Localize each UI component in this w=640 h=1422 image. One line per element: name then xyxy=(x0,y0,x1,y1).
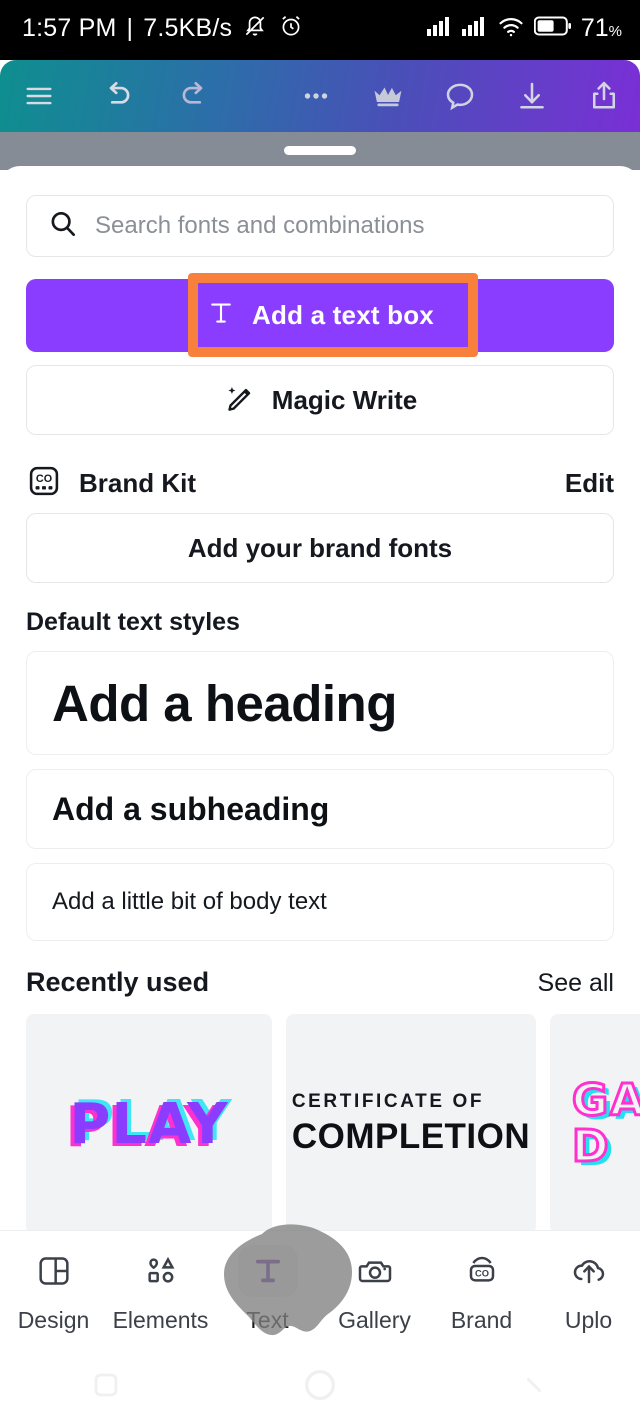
nav-label-uploads: Uplo xyxy=(564,1307,613,1333)
battery-icon xyxy=(533,16,572,41)
neon-preview: GA D xyxy=(550,1074,640,1172)
recently-used-title: Recently used xyxy=(26,967,210,997)
nav-label-brand: Brand xyxy=(450,1307,513,1333)
brand-kit-title: Brand Kit xyxy=(79,467,196,498)
nav-item-gallery[interactable]: Gallery xyxy=(321,1245,428,1334)
editor-toolbar xyxy=(0,60,640,132)
nav-label-design: Design xyxy=(17,1307,90,1333)
add-heading-label: Add a heading xyxy=(52,674,397,732)
search-input[interactable]: Search fonts and combinations xyxy=(26,195,614,257)
play-text-preview: PLAY xyxy=(69,1091,229,1157)
brand-kit-edit-link[interactable]: Edit xyxy=(565,468,614,499)
bottom-navigation: Design Elements Text Gallery CO Brand Up… xyxy=(0,1230,640,1352)
alarm-clock-icon xyxy=(278,13,304,44)
search-placeholder: Search fonts and combinations xyxy=(95,212,425,239)
status-bar-right: 71% xyxy=(426,13,622,43)
recently-used-header: Recently used See all xyxy=(26,967,614,998)
add-subheading-label: Add a subheading xyxy=(52,790,330,827)
add-text-box-button[interactable]: Add a text box xyxy=(26,279,614,352)
brand-kit-icon: CO xyxy=(26,463,62,504)
text-t-icon xyxy=(237,1245,298,1297)
nav-label-text: Text xyxy=(246,1307,289,1333)
recent-card-neon[interactable]: GA D xyxy=(550,1014,640,1234)
toolbar-left-group xyxy=(0,60,234,132)
crown-icon[interactable] xyxy=(352,60,424,132)
redo-icon[interactable] xyxy=(156,60,234,132)
battery-percent: 71% xyxy=(580,13,622,42)
share-upload-icon[interactable] xyxy=(568,60,640,132)
nav-item-design[interactable]: Design xyxy=(0,1245,107,1334)
magic-write-label: Magic Write xyxy=(271,384,418,415)
certificate-line2: COMPLETION xyxy=(291,1117,531,1156)
undo-icon[interactable] xyxy=(78,60,156,132)
add-brand-fonts-label: Add your brand fonts xyxy=(187,532,453,563)
nav-label-gallery: Gallery xyxy=(338,1307,411,1333)
default-text-styles-title: Default text styles xyxy=(26,608,240,636)
android-navigation-bar xyxy=(0,1352,640,1422)
chevron-back-icon[interactable] xyxy=(517,1368,551,1407)
add-text-box-label: Add a text box xyxy=(252,300,434,330)
see-all-link[interactable]: See all xyxy=(538,969,614,998)
magic-write-button[interactable]: Magic Write xyxy=(26,365,614,435)
search-icon xyxy=(47,208,79,245)
neon-line1: GA xyxy=(571,1074,640,1126)
recently-used-row: PLAY CERTIFICATE OF COMPLETION GA D xyxy=(26,1014,640,1234)
nav-item-brand[interactable]: CO Brand xyxy=(428,1245,535,1334)
sheet-strip xyxy=(0,132,640,170)
magic-pen-icon xyxy=(223,381,257,420)
status-bar: 1:57 PM | 7.5KB/s 71% xyxy=(0,0,640,60)
nav-item-elements[interactable]: Elements xyxy=(107,1245,214,1334)
recent-card-certificate[interactable]: CERTIFICATE OF COMPLETION xyxy=(286,1014,536,1234)
shapes-icon xyxy=(131,1245,191,1297)
layout-panels-icon xyxy=(24,1245,84,1297)
circle-home-icon[interactable] xyxy=(300,1365,340,1410)
neon-line2: D xyxy=(571,1121,611,1172)
brand-kit-row: CO Brand Kit Edit xyxy=(26,457,614,509)
add-brand-fonts-button[interactable]: Add your brand fonts xyxy=(26,513,614,583)
brand-co-icon: CO xyxy=(452,1245,512,1297)
add-body-text-label: Add a little bit of body text xyxy=(52,888,327,915)
recent-card-play[interactable]: PLAY xyxy=(26,1014,272,1234)
certificate-line1: CERTIFICATE OF xyxy=(291,1091,485,1112)
bell-muted-icon xyxy=(242,13,268,44)
toolbar-right-group xyxy=(280,60,640,132)
more-horizontal-icon[interactable] xyxy=(280,60,352,132)
text-tool-icon xyxy=(206,298,236,333)
text-panel: Search fonts and combinations Add a text… xyxy=(0,166,640,1234)
svg-text:CO: CO xyxy=(475,1268,489,1278)
signal-bars-icon xyxy=(461,16,488,41)
nav-item-text[interactable]: Text xyxy=(214,1245,321,1334)
cloud-upload-icon xyxy=(559,1245,619,1297)
nav-label-elements: Elements xyxy=(112,1307,209,1333)
drag-handle[interactable] xyxy=(284,146,356,155)
add-heading-card[interactable]: Add a heading xyxy=(26,651,614,755)
network-speed: 7.5KB/s xyxy=(143,13,233,42)
signal-bars-icon xyxy=(426,16,453,41)
status-separator: | xyxy=(126,13,134,42)
status-bar-left: 1:57 PM | 7.5KB/s xyxy=(22,13,304,44)
add-subheading-card[interactable]: Add a subheading xyxy=(26,769,614,849)
app-screen: 1:57 PM | 7.5KB/s 71% Search fonts and c… xyxy=(0,0,640,1422)
wifi-icon xyxy=(497,15,525,42)
svg-text:CO: CO xyxy=(36,472,52,484)
nav-item-uploads[interactable]: Uplo xyxy=(535,1245,640,1334)
camera-icon xyxy=(345,1245,405,1297)
add-body-text-card[interactable]: Add a little bit of body text xyxy=(26,863,614,941)
square-recents-icon[interactable] xyxy=(89,1368,123,1407)
download-icon[interactable] xyxy=(496,60,568,132)
hamburger-menu-icon[interactable] xyxy=(0,60,78,132)
comment-bubble-icon[interactable] xyxy=(424,60,496,132)
status-clock: 1:57 PM xyxy=(22,13,117,42)
certificate-preview: CERTIFICATE OF COMPLETION xyxy=(292,1091,530,1157)
